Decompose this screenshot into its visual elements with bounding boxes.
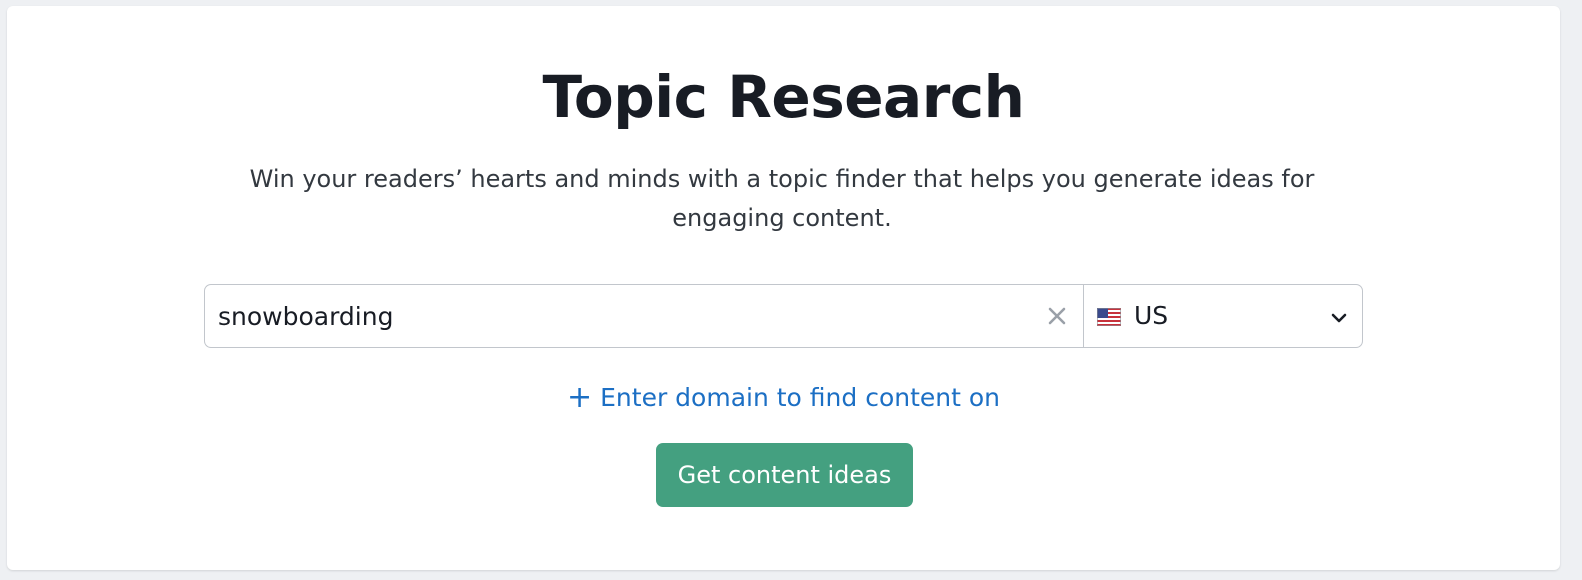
keyword-field <box>204 284 1083 348</box>
chevron-down-icon <box>1328 307 1350 329</box>
search-form: US <box>204 284 1363 348</box>
get-content-ideas-button[interactable]: Get content ideas <box>656 443 913 507</box>
keyword-input[interactable] <box>218 285 1018 347</box>
page-subtitle: Win your readers’ hearts and minds with … <box>249 165 1315 232</box>
enter-domain-label: Enter domain to find content on <box>600 383 1001 412</box>
enter-domain-link[interactable]: + Enter domain to find content on <box>7 381 1560 415</box>
close-icon[interactable] <box>1045 304 1069 328</box>
page-title: Topic Research <box>542 63 1025 131</box>
topic-research-card: Topic Research Win your readers’ hearts … <box>7 6 1560 570</box>
plus-icon: + <box>566 380 593 415</box>
us-flag-icon <box>1097 308 1121 326</box>
database-select[interactable]: US <box>1083 284 1363 348</box>
database-label: US <box>1134 301 1169 330</box>
